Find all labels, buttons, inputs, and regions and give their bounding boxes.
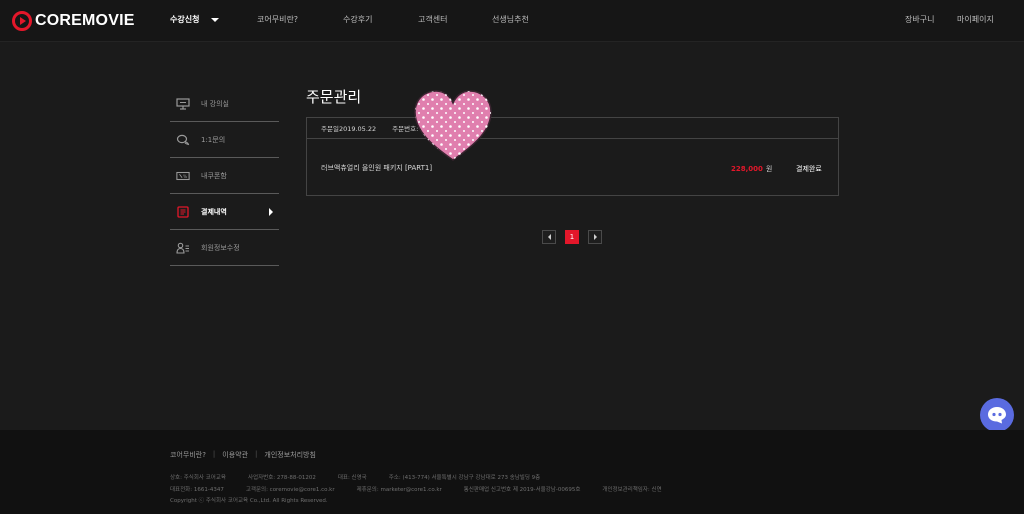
footer-link-about[interactable]: 코어무비란? (170, 450, 206, 460)
sidebar-item-label: 내 강의실 (201, 99, 229, 108)
logo[interactable]: COREMOVIE (12, 10, 135, 32)
sidebar-item-profile-edit[interactable]: 회원정보수정 (170, 230, 279, 266)
user-card-icon (176, 242, 190, 254)
sidebar-item-label: 결제내역 (201, 207, 227, 216)
order-date: 주문일2019.05.22 (321, 125, 377, 133)
sidebar-item-inquiry[interactable]: 1:1문의 (170, 122, 279, 158)
footer-link-privacy[interactable]: 개인정보처리방침 (264, 450, 316, 460)
order-price: 228,000 원 (731, 164, 772, 174)
heart-sticker (414, 90, 492, 161)
footer-link-terms[interactable]: 이용약관 (222, 450, 248, 460)
footer-info-item: 개인정보관리책임자: 신연 (602, 487, 662, 493)
footer-links: 코어무비란? | 이용약관 | 개인정보처리방침 (170, 450, 316, 460)
chat-bubbles-icon (176, 134, 190, 146)
footer-info-item: 제휴문의: marketer@core1.co.kr (356, 487, 442, 493)
sidebar-item-payments[interactable]: 결제내역 (170, 194, 279, 230)
chevron-right-icon (593, 234, 597, 240)
pagination-next-button[interactable] (588, 230, 602, 244)
presentation-board-icon (176, 97, 190, 110)
nav-course-signup[interactable]: 수강신청 (170, 14, 220, 25)
copyright-text: Copyright ⓒ 주식회사 코어교육 Co.,Ltd. All Right… (170, 498, 328, 504)
footer-info-item: 상호: 주식회사 코어교육 (170, 475, 226, 481)
pagination-prev-button[interactable] (542, 230, 556, 244)
price-currency: 원 (765, 165, 773, 173)
nav-support[interactable]: 고객센터 (418, 14, 447, 25)
payment-status: 결제완료 (796, 165, 822, 173)
product-name[interactable]: 러브액츄얼리 올인원 패키지 [PART1] (321, 163, 432, 173)
footer-info-item: 대표전화: 1661-4347 (170, 487, 224, 493)
sidebar-item-label: 1:1문의 (201, 135, 226, 144)
caret-down-icon (211, 17, 220, 22)
footer-company-info: 상호: 주식회사 코어교육 사업자번호: 278-88-01202 대표: 신영… (170, 473, 562, 481)
svg-text:%: % (183, 174, 187, 180)
nav-label: 수강신청 (170, 15, 200, 24)
chat-support-button[interactable] (980, 398, 1014, 432)
sidebar-item-my-classroom[interactable]: 내 강의실 (170, 86, 279, 122)
footer-info-item: 고객문의: coremovie@core1.co.kr (245, 487, 335, 493)
divider: | (255, 450, 258, 458)
top-header: COREMOVIE 수강신청 코어무비란? 수강후기 고객센터 선생님추천 장바… (0, 0, 1024, 42)
nav-about[interactable]: 코어무비란? (257, 14, 298, 25)
cart-link[interactable]: 장바구니 (905, 14, 934, 25)
order-card: 주문일2019.05.22 주문번호: 러브액츄얼리 올인원 패키지 [PART… (306, 117, 839, 196)
chat-bot-icon (988, 407, 1006, 424)
logo-icon (12, 11, 32, 31)
coupon-icon: % (176, 170, 190, 182)
nav-reviews[interactable]: 수강후기 (343, 14, 372, 25)
sidebar-item-label: 회원정보수정 (201, 243, 240, 252)
divider: | (212, 450, 216, 458)
footer-contact-info: 대표전화: 1661-4347 고객문의: coremovie@core1.co… (170, 485, 684, 493)
chevron-left-icon (547, 234, 551, 240)
footer-info-item: 통신판매업 신고번호 제 2019-서울강남-00695호 (463, 487, 581, 493)
sidebar-item-coupons[interactable]: % 내쿠폰함 (170, 158, 279, 194)
footer-info-item: 대표: 신영국 (337, 475, 367, 481)
sidebar-item-label: 내쿠폰함 (201, 171, 227, 180)
footer-info-item: 사업자번호: 278-88-01202 (247, 475, 316, 481)
chevron-right-icon (269, 208, 273, 216)
page-title: 주문관리 (306, 88, 362, 106)
logo-text: COREMOVIE (35, 12, 135, 29)
order-header: 주문일2019.05.22 주문번호: (307, 118, 838, 139)
footer: 코어무비란? | 이용약관 | 개인정보처리방침 상호: 주식회사 코어교육 사… (0, 430, 1024, 514)
mypage-link[interactable]: 마이페이지 (957, 14, 994, 25)
nav-teacher-recommend[interactable]: 선생님추천 (492, 14, 529, 25)
order-row: 러브액츄얼리 올인원 패키지 [PART1] 228,000 원 결제완료 (307, 139, 838, 195)
price-amount: 228,000 (731, 165, 763, 173)
footer-copyright: Copyright ⓒ 주식회사 코어교육 Co.,Ltd. All Right… (170, 496, 350, 504)
receipt-icon (176, 205, 190, 218)
pagination-page-current[interactable]: 1 (565, 230, 579, 244)
footer-info-item: 주소: (413-774) 서울특별시 강남구 강남대로 273 송남빌딩 9층 (388, 475, 541, 481)
